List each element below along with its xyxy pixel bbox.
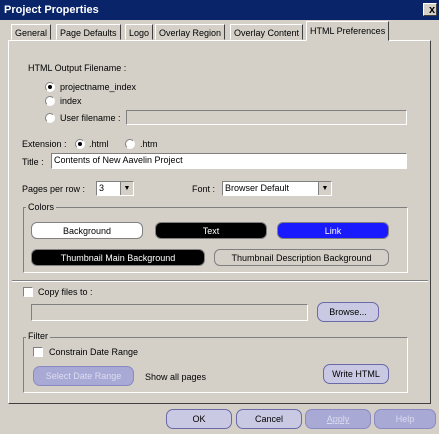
radio-user-filename[interactable] [45,113,55,123]
tab-html-preferences[interactable]: HTML Preferences [306,21,390,41]
ok-button[interactable]: OK [166,409,232,429]
output-filename-label: HTML Output Filename : [28,63,127,73]
select-date-range-button[interactable]: Select Date Range [33,366,134,386]
write-html-button[interactable]: Write HTML [323,364,389,384]
project-properties-dialog: Project Properties x General Page Defaul… [0,0,439,434]
title-input[interactable]: Contents of New Aavelin Project [51,153,407,169]
copy-files-label: Copy files to : [38,287,93,297]
extension-label: Extension : [22,139,67,149]
chevron-down-icon[interactable]: ▼ [318,182,331,195]
show-all-pages-label: Show all pages [145,372,207,382]
tab-overlay-content[interactable]: Overlay Content [230,24,304,40]
tab-page-defaults[interactable]: Page Defaults [56,24,121,40]
tab-overlay-region[interactable]: Overlay Region [155,24,226,40]
radio-projectname-index-label: projectname_index [60,82,137,92]
help-button[interactable]: Help [374,409,436,429]
radio-ext-html-label: .html [89,139,109,149]
radio-ext-htm[interactable] [125,139,135,149]
browse-button[interactable]: Browse... [317,302,379,322]
window-title: Project Properties [4,4,99,16]
radio-user-filename-label: User filename : [60,113,121,123]
constrain-date-range-label: Constrain Date Range [49,347,139,357]
tab-general[interactable]: General [11,24,52,40]
filter-group-label: Filter [26,331,50,341]
thumbnail-description-background-button[interactable]: Thumbnail Description Background [214,249,389,266]
title-label: Title : [22,157,44,167]
user-filename-input[interactable] [126,110,407,125]
title-bar: Project Properties x [0,0,439,20]
chevron-down-icon[interactable]: ▼ [120,182,133,195]
colors-group-label: Colors [26,202,57,212]
tab-logo[interactable]: Logo [125,24,154,40]
pages-per-row-value: 3 [99,183,105,193]
pages-per-row-select[interactable]: 3 ▼ [96,181,134,196]
copy-files-checkbox[interactable] [23,287,33,297]
radio-ext-html[interactable] [75,139,85,149]
radio-projectname-index[interactable] [45,82,55,92]
constrain-date-range-checkbox[interactable] [33,347,43,357]
pages-per-row-label: Pages per row : [22,184,86,194]
text-color-button[interactable]: Text [155,222,267,239]
font-select[interactable]: Browser Default ▼ [222,181,332,196]
thumbnail-main-background-button[interactable]: Thumbnail Main Background [31,249,205,266]
close-icon[interactable]: x [423,3,437,16]
link-color-button[interactable]: Link [277,222,389,239]
background-color-button[interactable]: Background [31,222,143,239]
separator [12,280,428,282]
apply-button[interactable]: Apply [305,409,371,429]
cancel-button[interactable]: Cancel [236,409,302,429]
font-label: Font : [192,184,216,194]
font-value: Browser Default [225,183,290,193]
radio-ext-htm-label: .htm [140,139,158,149]
radio-index-label: index [60,96,82,106]
radio-index[interactable] [45,96,55,106]
copy-files-path-input[interactable] [31,304,308,321]
